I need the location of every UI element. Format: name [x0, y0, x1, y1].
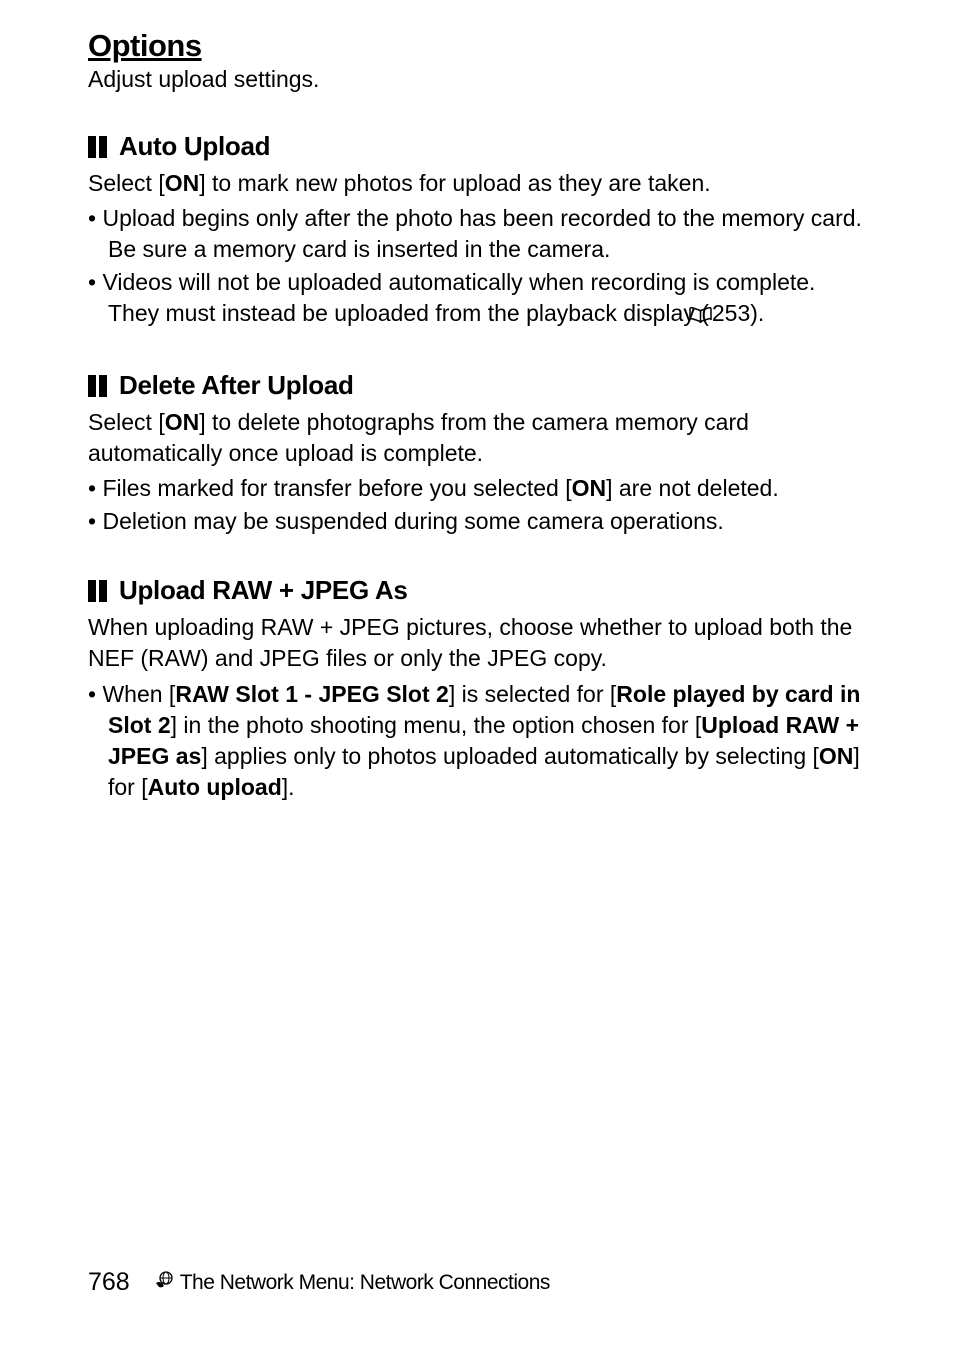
- intro-bold: ON: [165, 170, 200, 196]
- intro-text: ] to mark new photos for upload as they …: [199, 170, 710, 196]
- section-delete-after-upload: Delete After Upload Select [ON] to delet…: [88, 370, 866, 537]
- section-heading: Upload RAW + JPEG As: [88, 575, 866, 606]
- bullet-bold: RAW Slot 1 - JPEG Slot 2: [175, 681, 448, 707]
- section-heading: Auto Upload: [88, 131, 866, 162]
- section-intro: Select [ON] to mark new photos for uploa…: [88, 168, 866, 199]
- section-auto-upload: Auto Upload Select [ON] to mark new phot…: [88, 131, 866, 332]
- bullet-text: When [: [102, 681, 175, 707]
- bullet-bold: ON: [572, 475, 607, 501]
- bullet-bold: ON: [819, 743, 854, 769]
- bullet-list: Upload begins only after the photo has b…: [88, 203, 866, 332]
- intro-text: Select [: [88, 170, 165, 196]
- globe-hand-icon: [154, 1270, 174, 1296]
- list-item: Deletion may be suspended during some ca…: [88, 506, 866, 537]
- double-bar-icon: [88, 375, 107, 397]
- bullet-text: ] applies only to photos uploaded automa…: [201, 743, 819, 769]
- section-upload-raw-jpeg: Upload RAW + JPEG As When uploading RAW …: [88, 575, 866, 802]
- section-intro: Select [ON] to delete photographs from t…: [88, 407, 866, 469]
- section-intro: When uploading RAW + JPEG pictures, choo…: [88, 612, 866, 674]
- page-title: Options: [88, 28, 866, 64]
- list-item: Videos will not be uploaded automaticall…: [88, 267, 866, 332]
- bullet-text: ).: [750, 300, 764, 326]
- footer-breadcrumb: The Network Menu: Network Connections: [154, 1270, 550, 1296]
- page-footer: 768 The Network Menu: Network Connection…: [88, 1268, 550, 1297]
- intro-text: Select [: [88, 409, 165, 435]
- bullet-text: Files marked for transfer before you sel…: [102, 475, 571, 501]
- double-bar-icon: [88, 136, 107, 158]
- page-ref: 253: [712, 300, 750, 326]
- bullet-list: When [RAW Slot 1 - JPEG Slot 2] is selec…: [88, 679, 866, 803]
- section-title: Upload RAW + JPEG As: [119, 575, 407, 606]
- bullet-list: Files marked for transfer before you sel…: [88, 473, 866, 537]
- page-number: 768: [88, 1268, 130, 1297]
- list-item: Files marked for transfer before you sel…: [88, 473, 866, 504]
- intro-bold: ON: [165, 409, 200, 435]
- section-title: Auto Upload: [119, 131, 270, 162]
- bullet-text: ].: [282, 774, 295, 800]
- double-bar-icon: [88, 580, 107, 602]
- bullet-text: ] in the photo shooting menu, the option…: [171, 712, 702, 738]
- section-heading: Delete After Upload: [88, 370, 866, 401]
- list-item: When [RAW Slot 1 - JPEG Slot 2] is selec…: [88, 679, 866, 803]
- footer-title-text: The Network Menu: Network Connections: [180, 1271, 550, 1295]
- bullet-text: ] are not deleted.: [606, 475, 779, 501]
- section-title: Delete After Upload: [119, 370, 354, 401]
- bullet-bold: Auto upload: [148, 774, 282, 800]
- page-subtitle: Adjust upload settings.: [88, 66, 866, 93]
- bullet-text: ] is selected for [: [449, 681, 616, 707]
- list-item: Upload begins only after the photo has b…: [88, 203, 866, 265]
